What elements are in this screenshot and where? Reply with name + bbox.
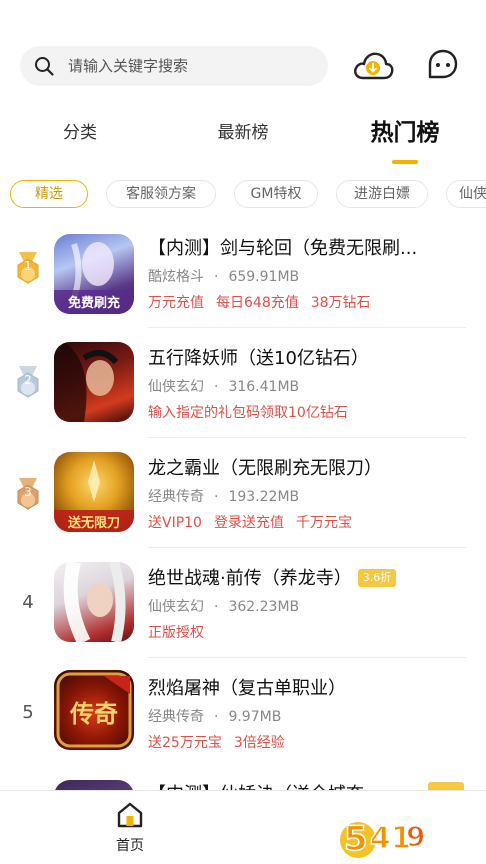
chip-featured[interactable]: 精选 [10,180,88,208]
list-item[interactable]: 5 传奇 烈焰屠神（复古单职业） 经典传奇 · 9.97MB 送25万元宝 3倍经验 [0,662,486,770]
app-size: 9.97MB [228,709,282,725]
app-tags: 输入指定的礼包码领取10亿钻石 [148,402,360,422]
app-category: 经典传奇 [148,489,204,505]
list-item[interactable]: 2 五行降妖师（送10亿钻石） 仙侠玄幻 · 316.41MB 输入指定的礼包码领取… [0,332,486,440]
nav-home-label[interactable]: 首页 [104,835,156,855]
app-size: 193.22MB [228,489,300,505]
app-tag: 正版授权 [148,625,204,641]
chip-gm[interactable]: GM特权 [234,180,318,208]
app-tag: 送25万元宝 [148,735,222,751]
app-icon-label: 传奇 [70,700,118,728]
list-item[interactable]: 【内测】仙娇诀（送全城夺 [0,772,486,792]
svg-text:5: 5 [344,819,368,859]
app-title: 五行降妖师（送10亿钻石） [148,348,369,369]
list-item[interactable]: 1 免费刷充 【内测】剑与轮回（免费无限刷... 酷炫格斗 · 659.91MB 万… [0,224,486,332]
app-tag: 万元充值 [148,295,204,311]
search-icon [35,57,54,76]
app-meta: 经典传奇 · 193.22MB [148,489,300,505]
divider [148,437,466,438]
app-icon: 免费刷充 [54,234,134,314]
app-icon [54,342,134,422]
app-icon [54,562,134,642]
app-category: 经典传奇 [148,709,204,725]
chip-free-play[interactable]: 进游白嫖 [336,180,428,208]
app-icon: 送无限刀 [54,452,134,532]
app-tag: 3倍经验 [233,735,285,751]
message-icon[interactable] [424,46,462,84]
home-icon[interactable] [116,801,144,829]
app-tags: 送VIP10 登录送充值 千万元宝 [148,512,364,532]
chip-xianxia[interactable]: 仙侠 [446,180,486,208]
cloud-download-icon[interactable] [352,48,394,84]
app-meta: 仙侠玄幻 · 362.23MB [148,599,300,615]
svg-text:手游网: 手游网 [424,822,475,843]
discount-badge: 3.6折 [357,569,397,587]
app-tag: 输入指定的礼包码领取10亿钻石 [148,405,348,421]
rank-number: 2 [24,373,32,387]
app-size: 362.23MB [228,599,300,615]
app-title: 烈焰屠神（复古单职业） [148,678,346,699]
app-meta: 经典传奇 · 9.97MB [148,709,282,725]
rank-number: 3 [24,485,32,499]
app-title: 【内测】剑与轮回（免费无限刷... [148,238,418,259]
tab-hot[interactable]: 热门榜 [360,116,450,150]
app-tag: 送VIP10 [148,515,202,531]
rank-number: 4 [22,592,34,613]
app-tags: 正版授权 [148,622,216,642]
list-item[interactable]: 3 送无限刀 龙之霸业（无限刷充无限刀） 经典传奇 · 193.22MB 送VIP1… [0,442,486,550]
list-item[interactable]: 4 绝世战魂·前传（养龙寺） 3.6折 仙侠玄幻 · 362.23MB 正版授权 [0,552,486,660]
app-icon-label: 送无限刀 [67,516,120,531]
tab-newest[interactable]: 最新榜 [206,116,280,150]
app-icon: 传奇 [54,670,134,750]
app-meta: 酷炫格斗 · 659.91MB [148,269,300,285]
app-tag: 38万钻石 [310,295,371,311]
chip-service-plan[interactable]: 客服领方案 [106,180,216,208]
divider [148,327,466,328]
app-tag: 千万元宝 [295,515,352,531]
tab-category[interactable]: 分类 [48,116,112,150]
app-size: 316.41MB [228,379,300,395]
app-category: 仙侠玄幻 [148,379,204,395]
app-tag: 登录送充值 [213,515,284,531]
svg-text:9: 9 [406,820,425,853]
divider [148,657,466,658]
app-title-text: 绝世战魂·前传（养龙寺） [148,568,352,589]
app-category: 仙侠玄幻 [148,599,204,615]
app-size: 659.91MB [228,269,300,285]
app-title: 绝世战魂·前传（养龙寺） 3.6折 [148,564,397,590]
filter-chips: 精选 客服领方案 GM特权 进游白嫖 仙侠 [0,180,486,210]
app-tags: 万元充值 每日648充值 38万钻石 [148,292,383,312]
app-tags: 送25万元宝 3倍经验 [148,732,297,752]
app-title: 龙之霸业（无限刷充无限刀） [148,458,382,479]
search-placeholder: 请输入关键字搜索 [68,57,189,75]
site-watermark-logo: 5 41 9 手游网 [336,800,486,864]
rank-number: 1 [24,259,32,273]
rank-number: 5 [22,702,34,723]
divider [148,547,466,548]
app-icon-label: 免费刷充 [67,296,120,311]
app-category: 酷炫格斗 [148,269,204,285]
app-meta: 仙侠玄幻 · 316.41MB [148,379,300,395]
app-tag: 每日648充值 [216,295,299,311]
tab-active-indicator [392,160,418,164]
search-bar[interactable]: 请输入关键字搜索 [20,46,328,86]
